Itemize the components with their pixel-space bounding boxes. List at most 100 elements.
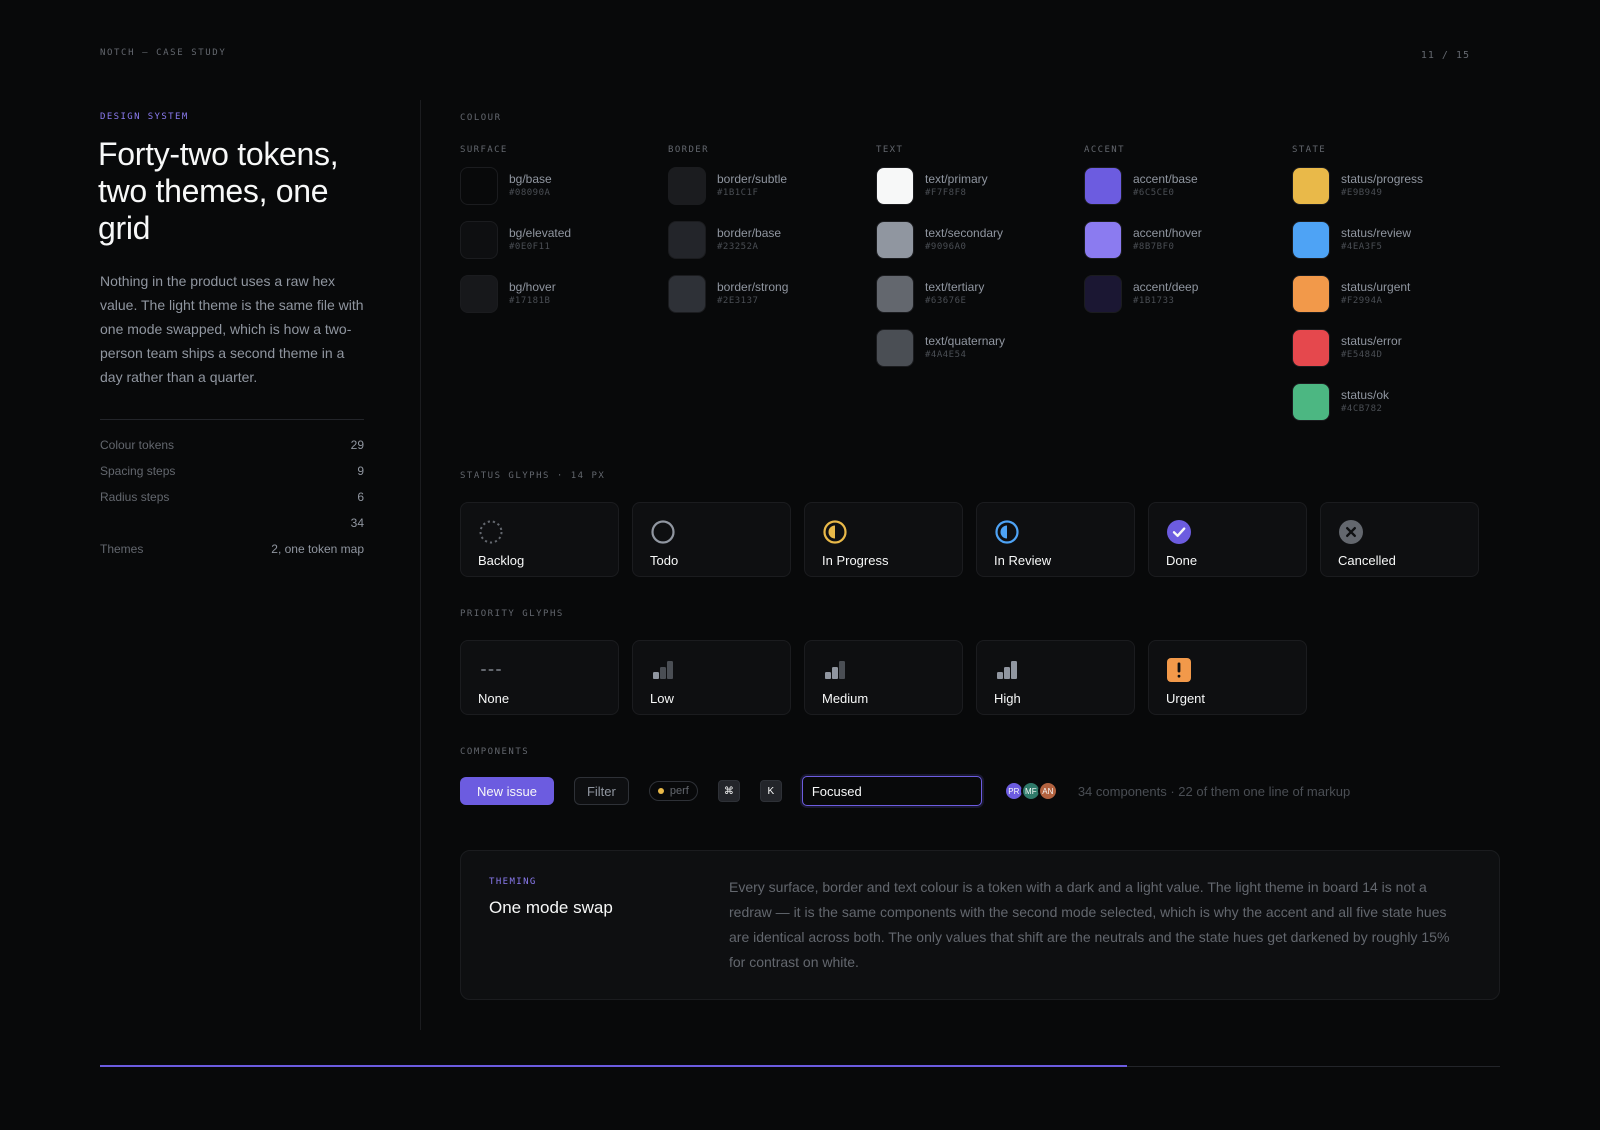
colour-token: border/strong #2E3137 [668, 275, 876, 313]
status-glyphs-label: STATUS GLYPHS · 14 PX [460, 471, 606, 481]
token-hex: #F2994A [1341, 296, 1383, 306]
priority-glyph-row: None Low Medium High Urgent [460, 640, 1307, 715]
colour-token-text: bg/elevated #0E0F11 [509, 226, 571, 254]
colour-token-text: accent/deep #1B1733 [1133, 280, 1198, 308]
token-hex: #4CB782 [1341, 404, 1383, 414]
page-indicator: 11 / 15 [1420, 50, 1470, 61]
colour-token-text: accent/base #6C5CE0 [1133, 172, 1198, 200]
status-label: Backlog [478, 553, 525, 568]
in-review-half-circle-icon [994, 519, 1020, 545]
token-name: bg/elevated [509, 226, 572, 240]
stat-value: 29 [350, 438, 364, 452]
todo-circle-icon [650, 519, 676, 545]
colour-token: status/progress #E9B949 [1292, 167, 1500, 205]
status-label: Done [1166, 553, 1198, 568]
stat-value: 9 [357, 464, 364, 478]
colour-token: border/subtle #1B1C1F [668, 167, 876, 205]
priority-urgent-icon [1166, 657, 1192, 683]
token-name: status/progress [1341, 172, 1424, 186]
theming-title: One mode swap [489, 898, 613, 917]
in-progress-half-circle-icon [822, 519, 848, 545]
stat-label: Themes [100, 542, 144, 556]
token-hex: #1B1733 [1133, 296, 1175, 306]
colour-token-text: bg/hover #17181B [509, 280, 556, 308]
colour-token-text: border/subtle #1B1C1F [717, 172, 787, 200]
colour-token: status/ok #4CB782 [1292, 383, 1500, 421]
colour-token: text/secondary #9096A0 [876, 221, 1084, 259]
colour-token: text/primary #F7F8F8 [876, 167, 1084, 205]
token-hex: #6C5CE0 [1133, 188, 1175, 198]
token-name: border/subtle [717, 172, 788, 186]
token-name: text/tertiary [925, 280, 985, 294]
priority-low-icon [650, 657, 676, 683]
priority-label: Medium [822, 691, 869, 706]
token-name: status/ok [1341, 388, 1390, 402]
token-name: status/urgent [1341, 280, 1411, 294]
status-card-done: Done [1148, 502, 1307, 577]
label-pill[interactable]: perf [648, 781, 698, 801]
backlog-dashed-circle-icon [478, 519, 504, 545]
theming-card: THEMING One mode swap Every surface, bor… [460, 850, 1500, 1000]
colour-token-text: text/quaternary #4A4E54 [925, 334, 1005, 362]
priority-label: High [994, 691, 1021, 706]
section-eyebrow: DESIGN SYSTEM [100, 112, 189, 122]
components-caption: 34 components · 22 of them one line of m… [1077, 783, 1351, 799]
token-hex: #9096A0 [925, 242, 967, 252]
priority-card-none: None [460, 640, 619, 715]
colour-swatch [460, 221, 498, 259]
priority-card-high: High [976, 640, 1135, 715]
colour-swatch [668, 275, 706, 313]
token-hex: #F7F8F8 [925, 188, 967, 198]
priority-card-medium: Medium [804, 640, 963, 715]
token-hex: #63676E [925, 296, 967, 306]
colour-token: accent/base #6C5CE0 [1084, 167, 1292, 205]
stat-value: 34 [350, 516, 364, 530]
status-label: Cancelled [1338, 553, 1396, 568]
colour-token: status/urgent #F2994A [1292, 275, 1500, 313]
colour-token-text: text/primary #F7F8F8 [925, 172, 988, 200]
stat-row: Themes 2, one token map [100, 536, 364, 562]
priority-high-icon [994, 657, 1020, 683]
filter-button[interactable]: Filter [573, 777, 629, 805]
priority-none-icon [478, 657, 504, 683]
label-pill-text: perf [669, 785, 689, 797]
colour-group-heading: ACCENT [1084, 145, 1125, 155]
done-check-circle-icon [1166, 519, 1192, 545]
token-hex: #2E3137 [717, 296, 759, 306]
colour-group-heading: STATE [1292, 145, 1327, 155]
cancelled-x-circle-icon [1338, 519, 1364, 545]
stat-row: 34 [100, 510, 364, 536]
focused-input[interactable] [801, 776, 982, 806]
colour-group: BORDER border/subtle #1B1C1F border/base #23… [668, 145, 876, 437]
deck-kicker: NOTCH — CASE STUDY [100, 48, 227, 58]
colour-token-text: text/tertiary #63676E [925, 280, 984, 308]
stat-value: 2, one token map [271, 542, 364, 556]
colour-swatch [460, 275, 498, 313]
colour-swatch [1084, 167, 1122, 205]
colour-token: text/tertiary #63676E [876, 275, 1084, 313]
token-name: status/error [1341, 334, 1402, 348]
stat-label: Colour tokens [100, 438, 175, 452]
stat-row: Radius steps 6 [100, 484, 364, 510]
token-hex: #23252A [717, 242, 759, 252]
token-name: text/secondary [925, 226, 1004, 240]
status-label: In Progress [822, 553, 889, 568]
colour-group: SURFACE bg/base #08090A bg/elevated #0E0F11 b… [460, 145, 668, 437]
colour-token-text: text/secondary #9096A0 [925, 226, 1003, 254]
colour-token: status/review #4EA3F5 [1292, 221, 1500, 259]
colour-swatch [1292, 167, 1330, 205]
colour-token-text: border/base #23252A [717, 226, 781, 254]
status-label: Todo [650, 553, 679, 568]
new-issue-button[interactable]: New issue [460, 777, 554, 805]
token-hex: #8B7BF0 [1133, 242, 1175, 252]
priority-card-low: Low [632, 640, 791, 715]
colour-token-text: status/error #E5484D [1341, 334, 1402, 362]
token-name: accent/hover [1133, 226, 1202, 240]
label-dot-icon [657, 788, 664, 794]
colour-swatch [876, 329, 914, 367]
colour-token: bg/elevated #0E0F11 [460, 221, 668, 259]
token-name: text/quaternary [925, 334, 1006, 348]
avatar-stack: PR MF AN [1003, 781, 1058, 801]
colour-swatch [876, 167, 914, 205]
priority-label: Urgent [1166, 691, 1206, 706]
